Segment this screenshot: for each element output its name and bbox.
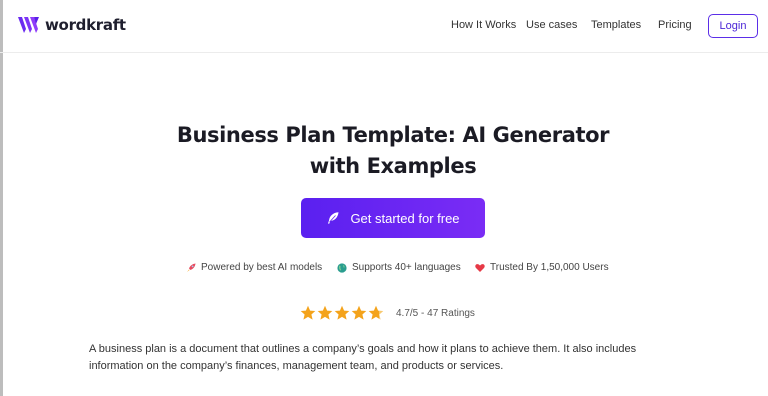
page-title-line-1: Business Plan Template: AI Generator [176,123,610,147]
star-half-icon [368,305,384,320]
feature-trusted-users: Trusted By 1,50,000 Users [475,262,609,273]
feature-trusted-users-label: Trusted By 1,50,000 Users [490,262,609,273]
feature-languages-label: Supports 40+ languages [352,262,461,273]
brand-name: wordkraft [45,16,126,34]
rating-summary: 4.7/5 - 47 Ratings [300,305,475,321]
rocket-icon [187,263,196,272]
page-title-line-2: with Examples [309,154,477,178]
nav-templates[interactable]: Templates [591,19,641,31]
get-started-button[interactable]: Get started for free [301,198,485,238]
intro-line-1: A business plan is a document that outli… [89,343,637,355]
brand-logo[interactable]: wordkraft [18,14,126,36]
page-title: Business Plan Template: AI Generator wit… [0,120,768,182]
wordkraft-logo-icon [18,17,39,33]
rating-label: 4.7/5 - 47 Ratings [396,307,475,319]
login-button[interactable]: Login [708,14,758,38]
feature-ai-models-label: Powered by best AI models [201,262,323,273]
site-header: wordkraft How It Works Use cases Templat… [0,0,768,53]
heart-icon [475,263,485,272]
nav-how-it-works[interactable]: How It Works [451,19,516,31]
feature-ai-models: Powered by best AI models [186,262,322,273]
star-icon [317,305,333,320]
feature-languages: Supports 40+ languages [337,262,461,273]
nav-use-cases[interactable]: Use cases [526,19,577,31]
window-edge [0,0,3,396]
star-icon [300,305,316,320]
nav-pricing[interactable]: Pricing [658,19,692,31]
get-started-label: Get started for free [350,210,460,226]
star-icon [351,305,367,320]
globe-icon [337,262,347,273]
feather-icon [328,212,339,224]
intro-paragraph: A business plan is a document that outli… [89,341,689,375]
star-icon [334,305,350,320]
intro-line-2: information on the company’s finances, m… [89,360,504,372]
rating-stars [300,305,384,321]
